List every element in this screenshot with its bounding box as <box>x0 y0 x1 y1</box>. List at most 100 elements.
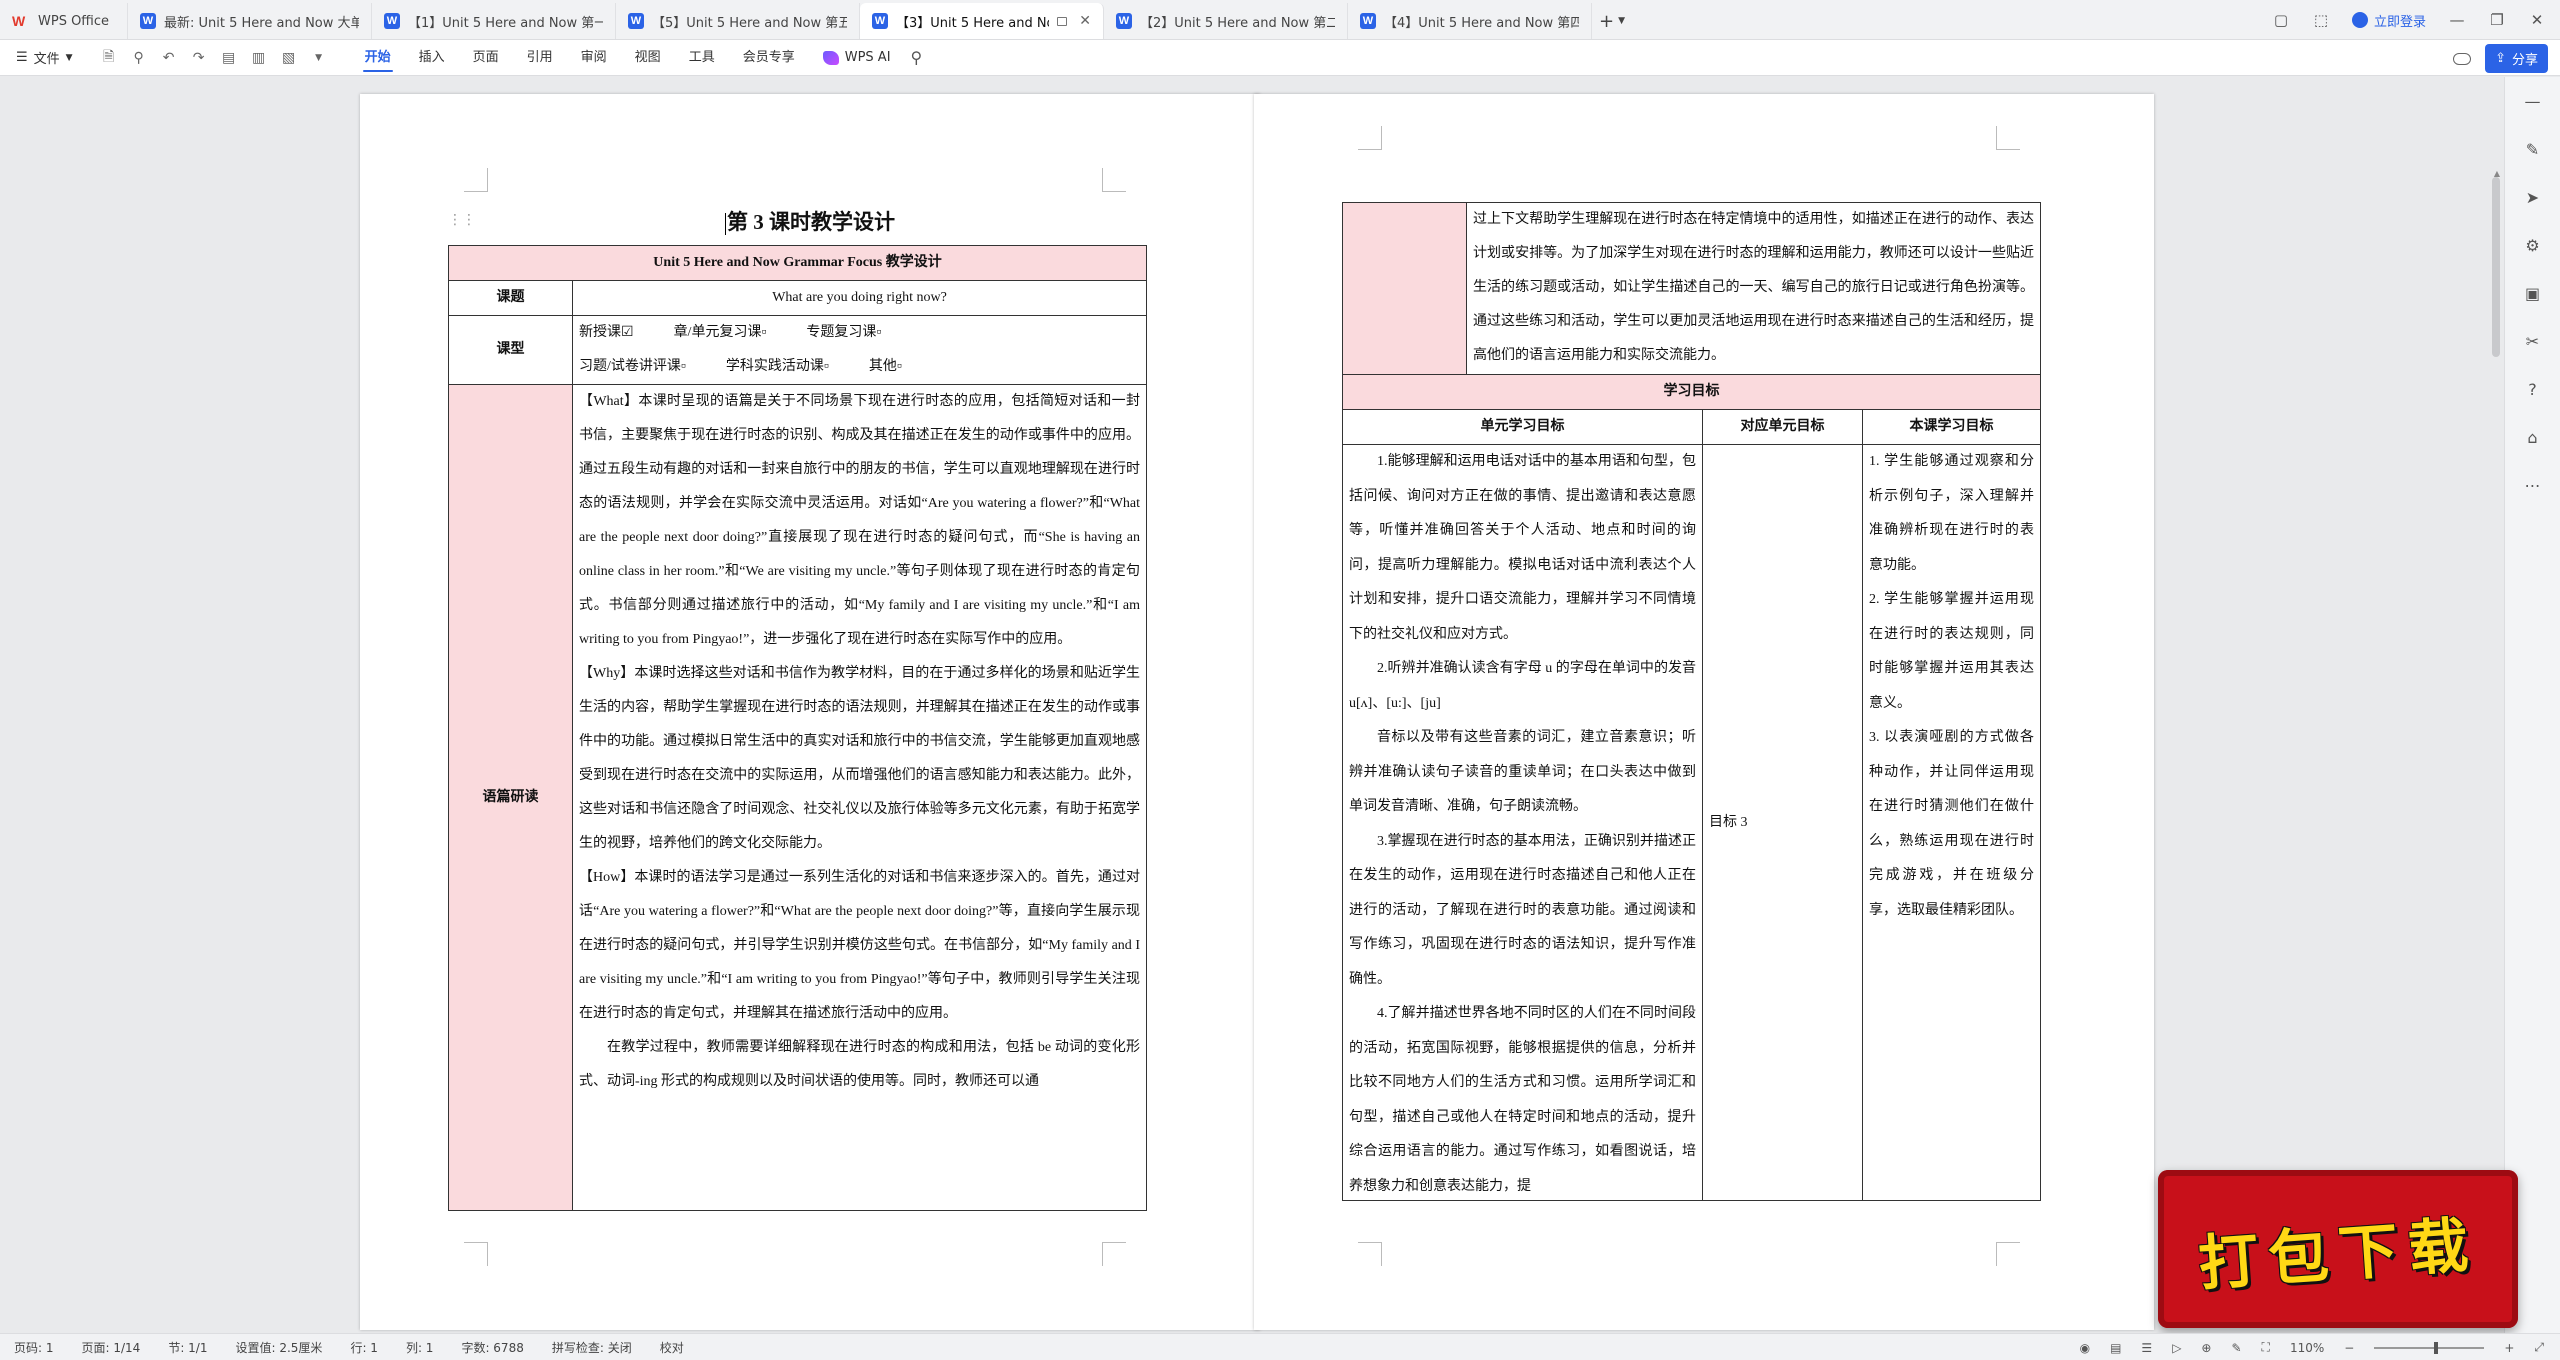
print-icon[interactable]: ▤ <box>221 50 237 66</box>
export-pdf-icon[interactable]: ▥ <box>251 50 267 66</box>
more-icon[interactable]: ⋯ <box>2522 475 2544 497</box>
status-word-count[interactable]: 字数: 6788 <box>447 1339 537 1356</box>
status-bar: 页码: 1 页面: 1/14 节: 1/1 设置值: 2.5厘米 行: 1 列:… <box>0 1333 2560 1360</box>
settings-sliders-icon[interactable]: ⚙ <box>2522 235 2544 257</box>
vertical-scrollbar[interactable] <box>2492 177 2500 357</box>
tab-document-active[interactable]: W 【3】Unit 5 Here and Now 第 ✕ <box>860 3 1104 39</box>
share-label: 分享 <box>2511 53 2538 68</box>
menu-view[interactable]: 视图 <box>621 40 675 76</box>
margin-corner-mark <box>1358 126 1382 150</box>
page-view-icon[interactable]: ▤ <box>2110 1341 2121 1355</box>
document-title: 第 3 课时教学设计 <box>725 210 895 236</box>
menu-wps-ai[interactable]: WPS AI <box>809 40 905 76</box>
chevron-down-icon: ▼ <box>1618 16 1625 26</box>
chevron-down-icon[interactable]: ▼ <box>311 53 327 63</box>
lesson-type-option[interactable]: 学科实践活动课▫ <box>726 350 829 384</box>
grid-icon[interactable]: ⬚ <box>2312 11 2330 29</box>
eye-icon[interactable]: ◉ <box>2080 1341 2090 1355</box>
lesson-type-option[interactable]: 习题/试卷讲评课▫ <box>579 350 686 384</box>
tab-label: WPS Office <box>38 13 110 29</box>
tab-document[interactable]: W 【5】Unit 5 Here and Now 第五课 <box>616 3 860 39</box>
word-doc-icon: W <box>1116 13 1132 29</box>
margin-corner-mark <box>1358 1242 1382 1266</box>
image-tool-icon[interactable]: ▣ <box>2522 283 2544 305</box>
redo-icon[interactable]: ↷ <box>191 50 207 66</box>
zoom-out-icon[interactable]: − <box>2344 1341 2354 1355</box>
login-button[interactable]: 立即登录 <box>2351 11 2426 30</box>
tab-label: 最新: Unit 5 Here and Now 大单元 <box>164 15 359 31</box>
status-column[interactable]: 列: 1 <box>392 1339 448 1356</box>
restore-icon[interactable]: ❐ <box>2488 11 2506 29</box>
fit-page-icon[interactable]: ⛶ <box>2262 1340 2270 1355</box>
ai-logo-icon <box>822 50 839 65</box>
tools-icon[interactable]: ✂ <box>2522 331 2544 353</box>
tab-document[interactable]: W 【2】Unit 5 Here and Now 第二课 <box>1104 3 1348 39</box>
lesson-type-option[interactable]: 专题复习课▫ <box>806 316 881 350</box>
margin-corner-mark <box>1996 126 2020 150</box>
play-icon[interactable]: ▷ <box>2172 1341 2181 1355</box>
status-proofread[interactable]: 校对 <box>646 1339 698 1356</box>
tab-wps-office[interactable]: W WPS Office <box>0 3 128 39</box>
tab-document[interactable]: W 最新: Unit 5 Here and Now 大单元 <box>128 3 372 39</box>
pen-view-icon[interactable]: ✎ <box>2231 1341 2241 1355</box>
menu-tools[interactable]: 工具 <box>675 40 729 76</box>
web-view-icon[interactable]: ⊕ <box>2201 1341 2211 1355</box>
close-icon[interactable]: ✕ <box>1079 13 1091 29</box>
undo-icon[interactable]: ↶ <box>161 50 177 66</box>
new-tab-button[interactable]: + ▼ <box>1592 3 1632 39</box>
tab-label: 【2】Unit 5 Here and Now 第二课 <box>1140 15 1335 31</box>
unit-goal-item: 1.能够理解和运用电话对话中的基本用语和句型，包括问候、询问对方正在做的事情、提… <box>1349 454 1696 642</box>
zoom-in-icon[interactable]: + <box>2504 1341 2514 1355</box>
status-section[interactable]: 节: 1/1 <box>154 1339 221 1356</box>
save-icon[interactable]: 🗎 <box>101 46 117 70</box>
format-painter-icon[interactable]: ⚲ <box>131 50 147 66</box>
menu-insert[interactable]: 插入 <box>405 40 459 76</box>
zoom-level[interactable]: 110% <box>2290 1341 2324 1355</box>
text-cursor <box>725 213 726 236</box>
unit-goals-cell: 1.能够理解和运用电话对话中的基本用语和句型，包括问候、询问对方正在做的事情、提… <box>1342 444 1703 1201</box>
status-pages[interactable]: 页面: 1/14 <box>68 1339 155 1356</box>
lesson-goal-item: 1. 学生能够通过观察和分析示例句子，深入理解并准确辨析现在进行时的表意功能。 <box>1869 454 2034 573</box>
status-bar-right: ◉ ▤ ☰ ▷ ⊕ ✎ ⛶ 110% − + ⤢ <box>2080 1334 2544 1360</box>
menu-references[interactable]: 引用 <box>513 40 567 76</box>
scroll-up-icon[interactable]: ▲ <box>2494 169 2500 178</box>
margin-corner-mark <box>1102 1242 1126 1266</box>
column-header-lesson-goals: 本课学习目标 <box>1862 409 2041 445</box>
menu-review[interactable]: 审阅 <box>567 40 621 76</box>
pen-icon[interactable]: ✎ <box>2522 139 2544 161</box>
outline-icon[interactable]: ☰ <box>2141 1341 2152 1355</box>
menu-member[interactable]: 会员专享 <box>729 40 809 76</box>
select-icon[interactable]: ➤ <box>2522 187 2544 209</box>
lesson-type-option[interactable]: 其他▫ <box>869 350 902 384</box>
status-spell-check[interactable]: 拼写检查: 关闭 <box>538 1339 646 1356</box>
zoom-slider[interactable] <box>2374 1341 2485 1354</box>
cloud-sync-icon[interactable] <box>2453 52 2472 65</box>
window-layout-icon[interactable]: ▢ <box>2272 11 2290 29</box>
document-page-1[interactable]: ⋮⋮ 第 3 课时教学设计 Unit 5 Here and Now Gramma… <box>360 94 1260 1330</box>
word-doc-icon: W <box>384 13 400 29</box>
lesson-goal-item: 2. 学生能够掌握并运用现在进行时的表达规则，同时能够掌握并运用其表达意义。 <box>1869 592 2034 711</box>
menu-page[interactable]: 页面 <box>459 40 513 76</box>
status-row[interactable]: 行: 1 <box>336 1339 392 1356</box>
status-setting[interactable]: 设置值: 2.5厘米 <box>221 1339 336 1356</box>
search-icon[interactable]: ⚲ <box>911 48 923 67</box>
document-page-2[interactable]: 过上下文帮助学生理解现在进行时态在特定情境中的适用性，如描述正在进行的动作、表达… <box>1254 94 2154 1330</box>
status-page[interactable]: 页码: 1 <box>0 1339 68 1356</box>
close-window-icon[interactable]: ✕ <box>2528 11 2546 29</box>
file-menu-button[interactable]: ☰ 文件 ▼ <box>0 48 87 67</box>
download-package-badge[interactable]: 打包下载 <box>2158 1170 2518 1328</box>
help-icon[interactable]: ? <box>2522 379 2544 401</box>
tab-document[interactable]: W 【1】Unit 5 Here and Now 第一课 <box>372 3 616 39</box>
tab-document[interactable]: W 【4】Unit 5 Here and Now 第四课 <box>1348 3 1592 39</box>
lesson-type-option[interactable]: 新授课☑ <box>579 316 634 350</box>
fullscreen-icon[interactable]: ⤢ <box>2534 1340 2544 1355</box>
word-doc-icon: W <box>1360 13 1376 29</box>
plus-icon: + <box>1598 10 1615 32</box>
shirt-icon[interactable]: ⌂ <box>2522 427 2544 449</box>
image-icon[interactable]: ▧ <box>281 50 297 66</box>
lesson-type-option[interactable]: 章/单元复习课▫ <box>674 316 767 350</box>
share-button[interactable]: ⇪ 分享 <box>2485 44 2548 73</box>
menu-home[interactable]: 开始 <box>351 40 405 76</box>
collapse-icon[interactable]: — <box>2522 91 2544 113</box>
minimize-icon[interactable]: — <box>2448 11 2466 29</box>
